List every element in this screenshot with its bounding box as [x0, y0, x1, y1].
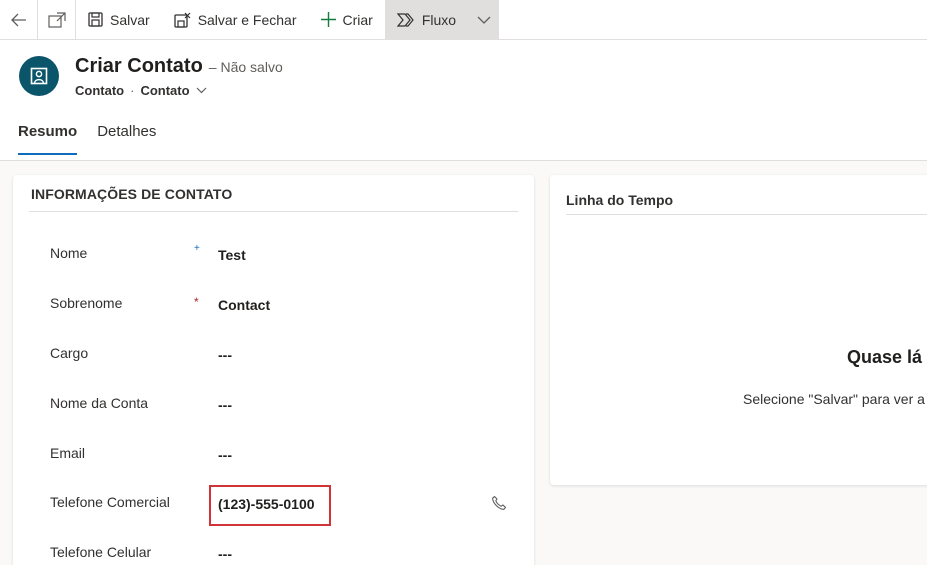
flow-label: Fluxo [421, 11, 457, 28]
timeline-empty-message: Selecione "Salvar" para ver a li [743, 391, 927, 407]
tab-list: Resumo Detalhes [18, 123, 156, 155]
tab-resumo[interactable]: Resumo [18, 123, 78, 155]
back-button[interactable] [0, 0, 38, 39]
back-arrow-icon [10, 13, 26, 26]
entity-name: Contato [75, 83, 125, 98]
breadcrumb-separator: · [130, 83, 135, 98]
form-selector-label: Contato [140, 83, 190, 98]
field-value-nome-da-conta[interactable]: --- [218, 397, 232, 413]
section-divider [29, 211, 518, 212]
save-and-close-button[interactable]: Salvar e Fechar [162, 0, 309, 39]
chevron-down-icon [196, 87, 206, 94]
new-label: Criar [342, 11, 373, 28]
plus-icon [320, 12, 336, 27]
save-button[interactable]: Salvar [76, 0, 162, 39]
chevron-down-icon[interactable] [477, 16, 491, 24]
new-button[interactable]: Criar [309, 0, 385, 39]
section-title: INFORMAÇÕES DE CONTATO [31, 186, 233, 202]
field-value-telefone-comercial[interactable]: (123)-555-0100 [218, 496, 315, 512]
field-value-email[interactable]: --- [218, 447, 232, 463]
open-in-new-window-icon [47, 11, 66, 28]
required-marker: * [194, 295, 199, 309]
timeline-section: Linha do Tempo Quase lá Selecione "Salva… [550, 175, 927, 485]
field-label-nome: Nome [50, 245, 88, 261]
open-new-window-button[interactable] [38, 0, 76, 39]
title-row: Criar Contato – Não salvo [75, 55, 283, 78]
form-header: Criar Contato – Não salvo Contato · Cont… [0, 40, 927, 161]
save-and-close-icon [174, 12, 191, 28]
flow-icon [396, 12, 414, 27]
save-icon [88, 12, 103, 27]
field-label-sobrenome: Sobrenome [50, 295, 123, 311]
timeline-title: Linha do Tempo [566, 192, 674, 208]
recommended-marker: + [194, 243, 200, 254]
save-and-close-label: Salvar e Fechar [197, 11, 297, 28]
field-label-email: Email [50, 445, 86, 461]
field-value-cargo[interactable]: --- [218, 347, 232, 363]
contact-icon [30, 67, 48, 85]
tab-detalhes[interactable]: Detalhes [97, 123, 156, 155]
form-selector[interactable]: Contato [140, 83, 206, 98]
command-bar: Salvar Salvar e Fechar Criar Fluxo [0, 0, 927, 40]
avatar [19, 56, 59, 96]
field-value-nome[interactable]: Test [218, 247, 246, 263]
field-label-nome-da-conta: Nome da Conta [50, 395, 149, 411]
contact-info-section: INFORMAÇÕES DE CONTATO Nome + Test Sobre… [13, 175, 534, 565]
save-label: Salvar [110, 11, 150, 28]
save-status: – Não salvo [208, 59, 283, 75]
field-label-telefone-comercial: Telefone Comercial [50, 494, 170, 510]
page-title: Criar Contato [75, 55, 203, 77]
field-label-cargo: Cargo [50, 345, 89, 361]
field-label-telefone-celular: Telefone Celular [50, 544, 152, 560]
field-value-telefone-celular[interactable]: --- [218, 546, 232, 562]
field-value-sobrenome[interactable]: Contact [218, 297, 270, 313]
timeline-empty-heading: Quase lá [847, 347, 923, 367]
timeline-divider [566, 214, 927, 215]
breadcrumb: Contato · Contato [75, 83, 207, 98]
phone-icon[interactable] [491, 495, 507, 511]
flow-button[interactable]: Fluxo [384, 0, 500, 39]
